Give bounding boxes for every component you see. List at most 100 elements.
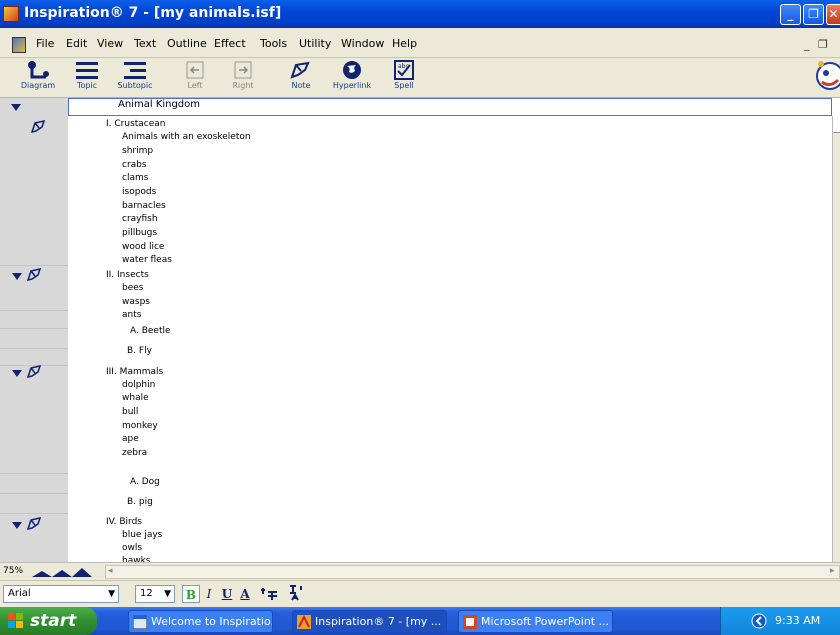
mdi-minimize-button[interactable]: _ xyxy=(804,38,810,51)
note-line[interactable]: monkey xyxy=(122,421,158,431)
menu-file[interactable]: File xyxy=(36,37,54,50)
close-button[interactable]: ✕ xyxy=(826,4,840,25)
subtopic-icon xyxy=(124,62,146,79)
menu-edit[interactable]: Edit xyxy=(66,37,87,50)
note-pencil-icon[interactable] xyxy=(26,268,42,282)
mascot-icon[interactable] xyxy=(812,58,840,96)
topic-crustacean[interactable]: I. Crustacean xyxy=(106,119,166,129)
diagram-label: Diagram xyxy=(20,81,56,90)
collapse-triangle-icon[interactable] xyxy=(11,271,23,281)
bold-button[interactable]: B xyxy=(182,585,200,603)
outline-gutter xyxy=(0,116,68,562)
note-line[interactable]: bull xyxy=(122,407,138,417)
note-line[interactable]: bees xyxy=(122,283,143,293)
topic-birds[interactable]: IV. Birds xyxy=(106,517,142,527)
size-select[interactable]: 12 ▼ xyxy=(135,585,175,603)
note-line[interactable]: clams xyxy=(122,173,148,183)
note-line[interactable]: owls xyxy=(122,543,142,553)
menu-tools[interactable]: Tools xyxy=(260,37,287,50)
note-pencil-icon[interactable] xyxy=(30,120,46,134)
chevron-down-icon[interactable]: ▼ xyxy=(164,586,171,602)
zoom-level[interactable]: 75% xyxy=(3,566,23,576)
note-line[interactable]: ants xyxy=(122,310,141,320)
chevron-down-icon[interactable]: ▼ xyxy=(108,586,115,602)
taskbar-item-inspiration[interactable]: Inspiration® 7 - [my ... xyxy=(292,610,447,633)
subtopic-fly[interactable]: B. Fly xyxy=(127,346,152,356)
note-line[interactable]: crayfish xyxy=(122,214,158,224)
zoom-mountains-icon[interactable] xyxy=(32,567,100,578)
note-line[interactable]: blue jays xyxy=(122,530,162,540)
note-line[interactable]: ape xyxy=(122,434,139,444)
taskbar-item-welcome[interactable]: Welcome to Inspiratio... xyxy=(128,610,273,633)
maximize-button[interactable]: ❐ xyxy=(803,4,824,25)
note-line[interactable]: dolphin xyxy=(122,380,155,390)
mdi-restore-button[interactable]: ❐ xyxy=(818,38,828,51)
diagram-button[interactable]: Diagram xyxy=(13,60,63,96)
menu-effect[interactable]: Effect xyxy=(214,37,246,50)
note-button[interactable]: Note xyxy=(276,60,326,96)
app-icon[interactable] xyxy=(3,6,19,22)
subtopic-label: Subtopic xyxy=(117,81,153,90)
menu-outline[interactable]: Outline xyxy=(167,37,207,50)
left-button[interactable]: Left xyxy=(170,60,220,96)
topic-button[interactable]: Topic xyxy=(62,60,112,96)
scroll-thumb[interactable] xyxy=(833,116,840,133)
horizontal-scrollbar[interactable]: ◂ ▸ xyxy=(105,565,840,579)
note-pencil-icon[interactable] xyxy=(26,365,42,379)
collapse-triangle-icon[interactable] xyxy=(11,368,23,378)
note-line[interactable]: shrimp xyxy=(122,146,153,156)
minimize-button[interactable]: _ xyxy=(780,4,801,25)
taskbar: start Welcome to Inspiratio... Inspirati… xyxy=(0,607,840,635)
gutter-header xyxy=(0,98,68,116)
note-line[interactable]: wood lice xyxy=(122,242,164,252)
window-title: Inspiration® 7 - [my animals.isf] xyxy=(24,5,282,21)
note-label: Note xyxy=(291,81,311,90)
note-line[interactable]: whale xyxy=(122,393,149,403)
note-line[interactable]: crabs xyxy=(122,160,147,170)
font-select[interactable]: Arial ▼ xyxy=(3,585,119,603)
note-line[interactable]: Animals with an exoskeleton xyxy=(122,132,251,142)
italic-button[interactable]: I xyxy=(200,585,218,603)
hyperlink-button[interactable]: Hyperlink xyxy=(327,60,377,96)
note-line[interactable]: wasps xyxy=(122,297,150,307)
format-bar: Arial ▼ 12 ▼ B I U A xyxy=(0,580,840,607)
note-line[interactable]: barnacles xyxy=(122,201,166,211)
chevron-left-icon[interactable] xyxy=(751,613,767,629)
menu-window[interactable]: Window xyxy=(341,37,384,50)
right-button[interactable]: Right xyxy=(218,60,268,96)
start-button[interactable]: start xyxy=(0,607,97,635)
note-pencil-icon xyxy=(290,61,310,79)
note-line[interactable]: isopods xyxy=(122,187,156,197)
menu-utility[interactable]: Utility xyxy=(299,37,331,50)
menu-view[interactable]: View xyxy=(97,37,123,50)
start-label: start xyxy=(30,611,77,631)
collapse-triangle-icon[interactable] xyxy=(11,520,23,530)
svg-text:abc: abc xyxy=(398,63,409,70)
prefix-icon[interactable] xyxy=(260,586,278,602)
topic-insects[interactable]: II. Insects xyxy=(106,270,149,280)
title-bar[interactable]: Inspiration® 7 - [my animals.isf] _ ❐ ✕ xyxy=(0,0,840,28)
menu-text[interactable]: Text xyxy=(134,37,156,50)
underline-button[interactable]: U xyxy=(218,585,236,603)
collapse-all-icon[interactable] xyxy=(10,102,22,112)
outline-content: I. Crustacean Animals with an exoskeleto… xyxy=(68,116,832,562)
scroll-left-icon[interactable]: ◂ xyxy=(108,566,113,576)
subtopic-button[interactable]: Subtopic xyxy=(110,60,160,96)
subtopic-beetle[interactable]: A. Beetle xyxy=(130,326,171,336)
note-line[interactable]: zebra xyxy=(122,448,147,458)
taskbar-item-powerpoint[interactable]: Microsoft PowerPoint ... xyxy=(458,610,613,633)
note-line[interactable]: water fleas xyxy=(122,255,172,265)
spacing-icon[interactable] xyxy=(287,584,305,602)
topic-mammals[interactable]: III. Mammals xyxy=(106,367,163,377)
spell-button[interactable]: abc Spell xyxy=(379,60,429,96)
vertical-scrollbar[interactable] xyxy=(832,116,840,562)
scroll-right-icon[interactable]: ▸ xyxy=(830,566,835,576)
note-line[interactable]: pillbugs xyxy=(122,228,157,238)
main-idea-text[interactable]: Animal Kingdom xyxy=(118,99,200,110)
subtopic-pig[interactable]: B. pig xyxy=(127,497,153,507)
text-color-button[interactable]: A xyxy=(236,585,254,603)
subtopic-dog[interactable]: A. Dog xyxy=(130,477,160,487)
note-pencil-icon[interactable] xyxy=(26,517,42,531)
document-icon[interactable] xyxy=(12,37,26,53)
menu-help[interactable]: Help xyxy=(392,37,417,50)
